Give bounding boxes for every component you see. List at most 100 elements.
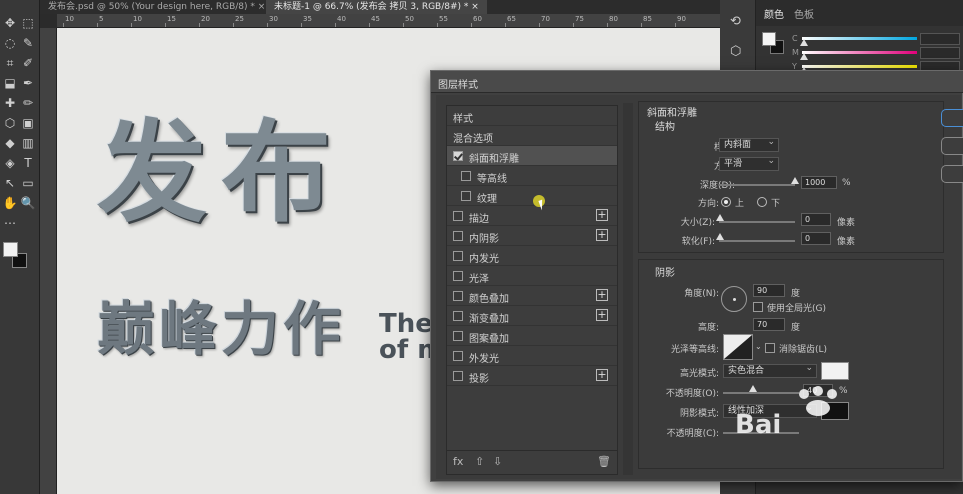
close-icon[interactable]: × <box>258 2 266 12</box>
tool-icon[interactable]: ⬡ <box>2 116 18 130</box>
style-checkbox[interactable] <box>453 371 463 381</box>
style-checkbox[interactable] <box>461 191 471 201</box>
tool-icon[interactable]: ◈ <box>2 156 18 170</box>
style-checkbox[interactable] <box>461 171 471 181</box>
depth-slider-knob[interactable] <box>791 177 799 184</box>
style-item[interactable]: 纹理 <box>447 186 617 206</box>
tool-icon[interactable]: ↖ <box>2 176 18 190</box>
3d-cube-icon[interactable]: ⬡ <box>730 44 746 60</box>
contour-dropdown-icon[interactable]: ⌄ <box>755 342 762 351</box>
add-effect-icon[interactable]: + <box>596 229 608 241</box>
ok-button[interactable] <box>941 109 963 127</box>
style-item[interactable]: 图案叠加 <box>447 326 617 346</box>
direction-up-radio[interactable] <box>721 197 731 207</box>
tab-document-2[interactable]: 未标题-1 @ 66.7% (发布会 拷贝 3, RGB/8#) * × <box>266 0 487 14</box>
tab-color[interactable]: 颜色 <box>764 6 784 21</box>
style-item[interactable]: 内发光 <box>447 246 617 266</box>
direction-down-radio[interactable] <box>757 197 767 207</box>
channel-value-input[interactable] <box>920 33 960 45</box>
style-checkbox[interactable] <box>453 271 463 281</box>
add-effect-icon[interactable]: + <box>596 289 608 301</box>
gloss-contour-preview[interactable] <box>723 334 753 360</box>
soften-slider-knob[interactable] <box>716 233 724 240</box>
style-item[interactable]: 斜面和浮雕 <box>447 146 617 166</box>
style-checkbox[interactable] <box>453 251 463 261</box>
tool-icon[interactable]: ✏ <box>20 96 36 110</box>
tab-document-1[interactable]: 发布会.psd @ 50% (Your design here, RGB/8) … <box>40 0 273 14</box>
tab-swatches[interactable]: 色板 <box>794 6 814 21</box>
style-item[interactable]: 光泽 <box>447 266 617 286</box>
add-effect-icon[interactable]: + <box>596 209 608 221</box>
style-checkbox[interactable] <box>453 211 463 221</box>
tool-icon[interactable]: ◆ <box>2 136 18 150</box>
tool-icon[interactable]: ⋯ <box>2 216 18 230</box>
tool-icon[interactable]: ✚ <box>2 96 18 110</box>
size-input[interactable]: 0 <box>801 213 831 226</box>
size-slider[interactable] <box>719 221 795 223</box>
channel-slider-knob[interactable] <box>800 39 808 46</box>
tool-icon[interactable]: ⬓ <box>2 76 18 90</box>
bevel-style-dropdown[interactable]: 内斜面 <box>719 136 779 152</box>
tool-icon[interactable]: ✐ <box>20 56 36 70</box>
color-fg-preview[interactable] <box>762 32 776 46</box>
soften-input[interactable]: 0 <box>801 232 831 245</box>
trash-icon[interactable]: 🗑 <box>597 455 611 468</box>
tool-icon[interactable]: ✎ <box>20 36 36 50</box>
tool-icon[interactable]: 🔍 <box>20 196 36 210</box>
style-item[interactable]: 颜色叠加 + <box>447 286 617 306</box>
style-item[interactable]: 外发光 <box>447 346 617 366</box>
style-checkbox[interactable] <box>453 331 463 341</box>
depth-input[interactable]: 1000 <box>801 176 837 189</box>
blend-options-item[interactable]: 混合选项 <box>447 126 617 146</box>
tool-icon[interactable]: ✥ <box>2 16 18 30</box>
tool-icon[interactable]: ✋ <box>2 196 18 210</box>
style-checkbox[interactable] <box>453 231 463 241</box>
history-icon[interactable]: ⟲ <box>730 14 746 30</box>
tool-icon[interactable]: ▣ <box>20 116 36 130</box>
size-slider-knob[interactable] <box>716 214 724 221</box>
style-item[interactable]: 描边 + <box>447 206 617 226</box>
tool-icon[interactable]: ◌ <box>2 36 18 50</box>
tool-icon[interactable]: ▭ <box>20 176 36 190</box>
style-item[interactable]: 渐变叠加 + <box>447 306 617 326</box>
add-effect-icon[interactable]: + <box>596 369 608 381</box>
fx-button[interactable]: fx <box>453 455 463 468</box>
angle-dial[interactable] <box>721 286 747 312</box>
style-list-scrollbar[interactable] <box>623 103 633 475</box>
tool-icon[interactable]: ✒ <box>20 76 36 90</box>
altitude-input[interactable]: 70 <box>753 318 785 331</box>
style-item[interactable]: 内阴影 + <box>447 226 617 246</box>
angle-input[interactable]: 90 <box>753 284 785 297</box>
soften-slider[interactable] <box>719 240 795 242</box>
channel-slider[interactable] <box>802 37 917 40</box>
style-item[interactable]: 等高线 <box>447 166 617 186</box>
tool-icon[interactable]: ▥ <box>20 136 36 150</box>
highlight-color-swatch[interactable] <box>821 362 849 380</box>
dialog-titlebar[interactable]: 图层样式 <box>431 71 963 93</box>
antialias-checkbox[interactable] <box>765 343 775 353</box>
depth-slider[interactable] <box>719 184 795 186</box>
move-down-icon[interactable]: ⇩ <box>493 455 502 468</box>
tool-icon[interactable]: T <box>20 156 36 170</box>
style-checkbox[interactable] <box>453 351 463 361</box>
style-checkbox[interactable] <box>453 311 463 321</box>
foreground-color-swatch[interactable] <box>3 242 18 257</box>
style-checkbox[interactable] <box>453 151 463 161</box>
global-light-checkbox[interactable] <box>753 302 763 312</box>
tool-icon[interactable]: ⬚ <box>20 16 36 30</box>
styles-header[interactable]: 样式 <box>447 106 617 126</box>
tool-icon[interactable]: ⌗ <box>2 56 18 71</box>
cancel-button[interactable] <box>941 137 963 155</box>
channel-slider[interactable] <box>802 51 917 54</box>
close-icon[interactable]: × <box>471 2 479 12</box>
highlight-mode-dropdown[interactable]: 实色混合 <box>723 362 817 378</box>
add-effect-icon[interactable]: + <box>596 309 608 321</box>
style-checkbox[interactable] <box>453 291 463 301</box>
channel-slider[interactable] <box>802 65 917 68</box>
channel-value-input[interactable] <box>920 47 960 59</box>
new-style-button[interactable] <box>941 165 963 183</box>
move-up-icon[interactable]: ⇧ <box>475 455 484 468</box>
channel-slider-knob[interactable] <box>800 53 808 60</box>
style-item[interactable]: 投影 + <box>447 366 617 386</box>
technique-dropdown[interactable]: 平滑 <box>719 155 779 171</box>
